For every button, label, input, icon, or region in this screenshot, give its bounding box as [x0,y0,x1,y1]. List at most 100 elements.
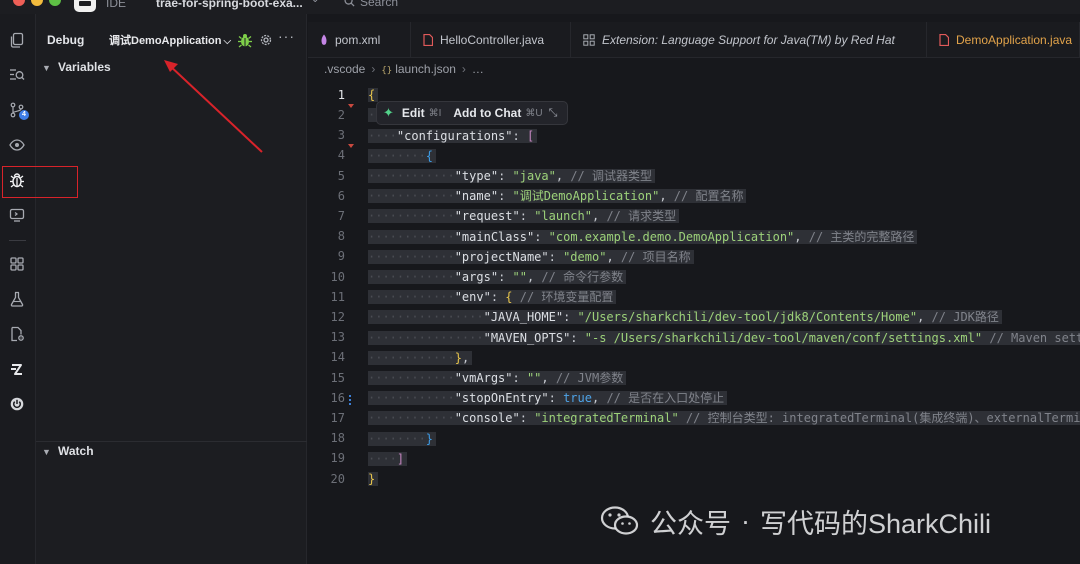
code-comment: // JVM参数 [555,371,624,385]
code-key: "stopOnEntry" [454,391,549,405]
sidebar-title: Debug [47,33,85,47]
minimize-window-button[interactable] [31,0,43,6]
testing-flask-icon[interactable] [6,288,28,310]
settings-file-icon[interactable] [6,323,28,345]
code-editor[interactable]: 1 2 3 4 5 6 7 8 9 10 11 12 13 14 15 16 1… [308,80,1080,564]
variables-label: Variables [58,60,111,74]
tab-hello-controller[interactable]: HelloController.java [411,22,571,58]
code-value: "java" [512,169,556,183]
code-key: "JAVA_HOME" [483,310,564,324]
section-divider [36,441,307,442]
close-window-button[interactable] [13,0,25,6]
search-placeholder: Search [360,0,399,9]
debug-config-select[interactable]: 调试DemoApplication ⌵ [104,31,236,51]
search-box[interactable]: Search [344,0,398,9]
source-control-icon[interactable]: 4 [6,99,29,121]
preview-eye-icon[interactable] [6,134,28,156]
edit-shortcut: ⌘I [428,107,442,119]
collapse-icon[interactable]: ⤡ [549,107,558,120]
breadcrumb-separator: › [461,62,466,76]
breadcrumb-folder[interactable]: .vscode [324,62,365,76]
extensions-icon[interactable] [6,253,28,275]
activity-separator [9,240,26,241]
breadcrumb-file[interactable]: launch.json [395,62,456,76]
code-line: ············"mainClass": "com.example.de… [368,227,918,247]
watermark: 公众号 · 写代码的SharkChili [600,504,991,539]
tab-pom-xml[interactable]: pom.xml [308,22,411,58]
remote-explorer-icon[interactable] [6,204,28,226]
code-comment: // 请求类型 [606,209,677,223]
code-comment: // 控制台类型: integratedTerminal(集成终端)、exter… [685,411,1080,425]
code-value: "integratedTerminal" [534,411,679,425]
code-key: "projectName" [454,250,549,264]
start-debug-icon[interactable] [237,32,253,48]
fold-marker-icon[interactable] [348,144,354,148]
code-key: "configurations" [396,129,513,143]
code-line: ············"request": "launch", // 请求类型 [368,206,680,226]
chevron-down-icon: ▼ [42,447,51,457]
extension-icon [583,34,595,46]
code-line: ············"console": "integratedTermin… [368,408,1080,428]
project-selector[interactable]: trae-for-spring-boot-exa... [156,0,303,10]
tab-label: DemoApplication.java [956,33,1073,47]
code-line: } [368,469,379,489]
modified-line-indicator [349,395,351,407]
zoom-window-button[interactable] [49,0,61,6]
sparkle-icon: ✦ [383,105,394,120]
code-value: "launch" [534,209,592,223]
code-comment: // 是否在入口处停止 [606,391,725,405]
code-line: ············"env": { // 环境变量配置 [368,287,617,307]
breadcrumb-more[interactable]: … [472,62,484,76]
java-file-icon [939,34,949,46]
code-value: true [563,391,592,405]
line-number: 1 [337,88,345,102]
line-number: 9 [337,249,345,263]
power-icon[interactable] [6,393,28,415]
chevron-down-icon: ▼ [42,63,51,73]
code-key: "name" [454,189,499,203]
code-comment: // 配置名称 [673,189,744,203]
annotation-highlight-box [2,166,78,198]
line-number: 16 [330,391,345,405]
maven-icon [320,34,328,46]
code-comment: // 环境变量配置 [519,290,614,304]
code-line: ················"JAVA_HOME": "/Users/sha… [368,307,1002,327]
editor-tab-bar: pom.xml HelloController.java Extension: … [308,22,1080,58]
line-number: 3 [337,128,345,142]
code-comment: // 主类的完整路径 [808,230,915,244]
explorer-icon[interactable] [6,29,28,51]
inline-edit-button[interactable]: Edit [402,106,425,120]
code-line: ············"vmArgs": "", // JVM参数 [368,368,627,388]
fold-marker-icon[interactable] [348,104,354,108]
more-actions-icon[interactable]: ··· [278,28,295,44]
add-to-chat-button[interactable]: Add to Chat [453,106,521,120]
tab-label: HelloController.java [440,33,545,47]
tab-extension-java[interactable]: Extension: Language Support for Java(TM)… [571,22,927,58]
watch-section-header[interactable]: ▼ Watch [42,444,94,458]
json-file-icon: {} [381,66,393,76]
breadcrumb-separator: › [371,62,376,76]
trae-logo-icon[interactable] [6,358,28,380]
code-value: "demo" [563,250,607,264]
line-number: 18 [330,431,345,445]
line-number: 11 [330,290,345,304]
variables-section-header[interactable]: ▼ Variables [42,60,111,74]
code-value: "com.example.demo.DemoApplication" [548,230,795,244]
code-line: ············"stopOnEntry": true, // 是否在入… [368,388,728,408]
gear-icon[interactable] [258,32,274,48]
code-key: "args" [454,270,499,284]
tab-label: pom.xml [335,33,381,47]
breadcrumb: .vscode › {} launch.json › … [324,62,484,76]
line-number: 12 [330,310,345,324]
chevron-down-icon[interactable]: ⌄ [311,0,319,5]
tab-demo-application[interactable]: DemoApplication.java [927,22,1080,58]
app-logo-icon [74,0,96,12]
code-value: "" [512,270,527,284]
activity-bar: 4 [0,14,36,564]
code-key: "type" [454,169,499,183]
watch-label: Watch [58,444,94,458]
code-line: ····"configurations": [ [368,126,538,146]
watermark-separator: · [741,505,750,536]
search-files-icon[interactable] [6,64,28,86]
code-comment: // 命令行参数 [541,270,624,284]
